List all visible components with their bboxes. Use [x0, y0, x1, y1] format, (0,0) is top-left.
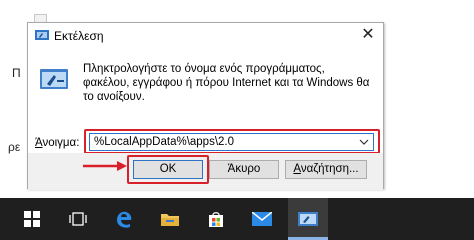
cancel-button[interactable]: Άκυρο: [209, 160, 279, 179]
ok-button[interactable]: OK: [133, 160, 203, 179]
background-text-2: ρε: [8, 140, 21, 154]
chevron-down-icon[interactable]: [359, 135, 369, 149]
browse-button[interactable]: Αναζήτηση...: [285, 160, 367, 179]
red-arrow-annotation: [83, 161, 127, 171]
title-bar[interactable]: Εκτέλεση ✕: [28, 23, 383, 47]
run-title-icon: [35, 30, 49, 40]
task-view-icon[interactable]: [58, 198, 98, 240]
background-text-1: Π: [12, 66, 21, 80]
open-label: Άνοιγμα:: [35, 137, 80, 149]
mail-icon[interactable]: [242, 198, 282, 240]
file-explorer-icon[interactable]: [150, 198, 190, 240]
run-dialog: Εκτέλεση ✕ Πληκτρολογήστε το όνομα ενός …: [27, 22, 384, 190]
open-input-value: %LocalAppData%\apps\2.0: [94, 136, 235, 148]
close-icon[interactable]: ✕: [353, 23, 383, 47]
edge-icon[interactable]: [104, 198, 144, 240]
dialog-description: Πληκτρολογήστε το όνομα ενός προγράμματο…: [83, 63, 370, 103]
open-input[interactable]: %LocalAppData%\apps\2.0: [89, 133, 374, 151]
windows-start-icon[interactable]: [12, 198, 52, 240]
store-icon[interactable]: [196, 198, 236, 240]
taskbar: [0, 198, 474, 240]
run-taskbar-icon[interactable]: [288, 198, 328, 240]
dialog-title: Εκτέλεση: [54, 29, 104, 43]
run-program-icon: [40, 69, 68, 89]
